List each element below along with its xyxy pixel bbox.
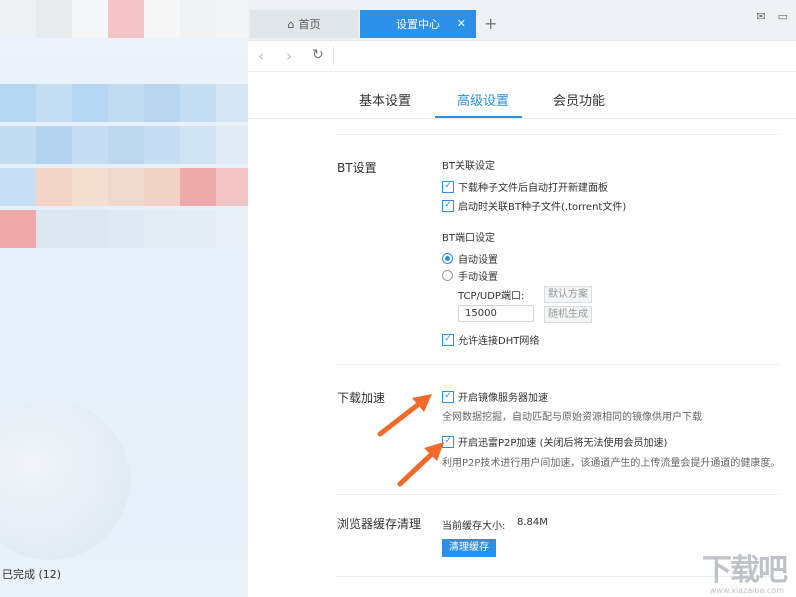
watermark-url: www.xiazaiba.com <box>709 586 784 595</box>
bt-association-title: BT关联设定 <box>442 161 495 172</box>
checkbox-checked[interactable]: ✓ <box>442 390 454 403</box>
divider <box>336 364 780 365</box>
tab-member-features[interactable]: 会员功能 <box>553 90 605 109</box>
blurred-row <box>0 210 248 248</box>
divider <box>336 494 780 495</box>
bt-settings-title: BT设置 <box>337 161 377 175</box>
watermark-logo: 下载吧 <box>702 553 788 588</box>
add-tab-button[interactable]: + <box>484 14 497 33</box>
option-p2p-accel[interactable]: ✓ 开启迅雷P2P加速 (关闭后将无法使用会员加速) <box>442 434 667 449</box>
arrow-icon <box>397 442 444 487</box>
tab-settings-label: 设置中心 <box>396 18 440 31</box>
arrow-icon <box>377 394 432 437</box>
mail-icon[interactable]: ✉ <box>756 10 765 23</box>
radio-label: 手动设置 <box>458 272 498 283</box>
tab-home[interactable]: ⌂ 首页 <box>250 10 358 38</box>
tab-basic-settings[interactable]: 基本设置 <box>359 90 411 109</box>
close-icon[interactable]: ✕ <box>457 17 466 30</box>
checkbox-checked[interactable]: ✓ <box>442 333 454 346</box>
blurred-row <box>0 126 248 164</box>
tab-advanced-settings[interactable]: 高级设置 <box>457 90 509 109</box>
refresh-icon[interactable]: ↻ <box>312 47 324 63</box>
cache-size-value: 8.84M <box>517 517 548 528</box>
option-label: 开启镜像服务器加速 <box>458 393 548 404</box>
radio-label: 自动设置 <box>458 255 498 266</box>
port-input[interactable]: 15000 <box>458 305 534 322</box>
p2p-description: 利用P2P技术进行用户间加速，该通道产生的上传流量会提升通道的健康度。 <box>442 458 781 469</box>
radio-unselected[interactable] <box>442 270 453 281</box>
download-status: 已完成 (12) <box>2 568 62 581</box>
option-label: 开启迅雷P2P加速 (关闭后将无法使用会员加速) <box>458 438 668 449</box>
option-label: 下载种子文件后自动打开新建面板 <box>458 183 608 194</box>
blurred-row <box>0 0 248 38</box>
checkbox-checked[interactable]: ✓ <box>442 199 454 212</box>
radio-auto-setting[interactable]: 自动设置 <box>442 251 498 266</box>
divider <box>333 47 334 65</box>
checkbox-checked[interactable]: ✓ <box>442 180 454 193</box>
mirror-description: 全网数据挖掘，自动匹配与原始资源相同的镜像供用户下载 <box>442 412 702 423</box>
divider <box>336 134 780 135</box>
window-icon[interactable]: ▭ <box>778 10 788 23</box>
option-mirror-accel[interactable]: ✓ 开启镜像服务器加速 <box>442 389 548 404</box>
back-icon[interactable]: ‹ <box>258 47 264 65</box>
option-associate-torrent[interactable]: ✓ 启动时关联BT种子文件(.torrent文件) <box>442 198 626 213</box>
forward-icon[interactable]: › <box>286 47 292 65</box>
background-decoration <box>0 400 130 560</box>
radio-manual-setting[interactable]: 手动设置 <box>442 268 498 283</box>
settings-tabs: 基本设置 高级设置 会员功能 <box>248 72 796 119</box>
bt-port-title: BT端口设定 <box>442 233 495 244</box>
home-icon: ⌂ <box>287 17 295 31</box>
default-scheme-button[interactable]: 默认方案 <box>544 286 592 303</box>
tab-bar: ⌂ 首页 设置中心 ✕ + ✉ ▭ <box>248 0 796 41</box>
blurred-row <box>0 168 248 206</box>
option-dht[interactable]: ✓ 允许连接DHT网络 <box>442 332 539 347</box>
clear-cache-button[interactable]: 清理缓存 <box>442 539 496 557</box>
sidebar-panel: 已完成 (12) <box>0 0 248 597</box>
cache-size-label: 当前缓存大小: <box>442 521 506 532</box>
option-label: 允许连接DHT网络 <box>458 336 540 347</box>
radio-selected[interactable] <box>442 253 453 264</box>
navigation-bar: ‹ › ↻ <box>248 41 796 72</box>
active-tab-indicator <box>435 116 522 118</box>
option-label: 启动时关联BT种子文件(.torrent文件) <box>458 202 627 213</box>
browser-cache-title: 浏览器缓存清理 <box>337 517 422 531</box>
tab-home-label: 首页 <box>298 18 321 31</box>
port-label: TCP/UDP端口: <box>458 291 525 302</box>
option-open-panel[interactable]: ✓ 下载种子文件后自动打开新建面板 <box>442 179 608 194</box>
tab-settings-center[interactable]: 设置中心 ✕ <box>360 10 476 38</box>
blurred-row <box>0 84 248 122</box>
random-generate-button[interactable]: 随机生成 <box>544 306 592 323</box>
